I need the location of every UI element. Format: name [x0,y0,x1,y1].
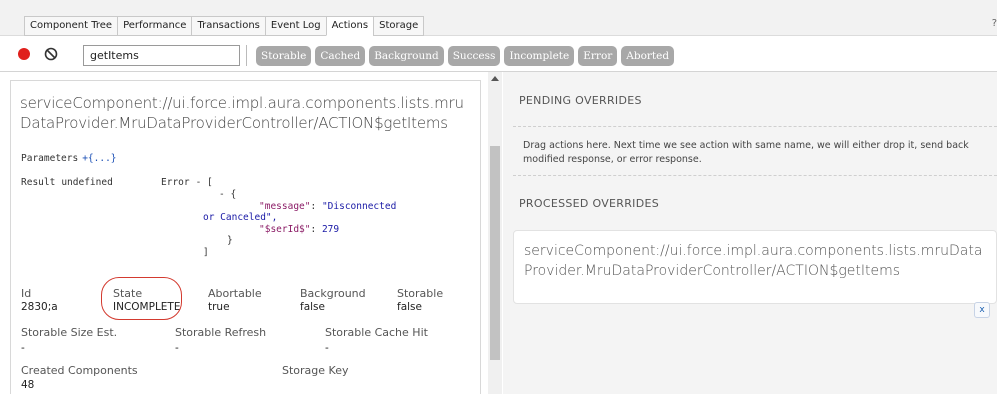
record-icon[interactable] [18,48,30,60]
storable-label: Storable [397,287,444,300]
background-label: Background [300,287,366,300]
storable-refresh-value: - [175,342,179,354]
json-value-serid: 279 [321,223,340,235]
error-row: Error - [ [161,177,213,188]
action-card: serviceComponent://ui.force.impl.aura.co… [10,80,481,394]
filter-aborted-button[interactable]: Aborted [621,46,675,66]
result-row: Result undefined [21,177,113,188]
storable-value: false [397,301,422,313]
parameters-toggle[interactable]: +{...} [82,153,116,164]
storage-key-label: Storage Key [282,364,349,377]
filter-cached-button[interactable]: Cached [315,46,366,66]
clear-icon[interactable] [44,47,58,61]
background-value: false [300,301,325,313]
json-array-close: ] [203,246,209,258]
pending-overrides-drop-zone[interactable]: Drag actions here. Next time we see acti… [513,126,997,176]
filter-storable-button[interactable]: Storable [256,46,312,66]
id-value: 2830;a [21,301,58,313]
storable-size-label: Storable Size Est. [21,326,118,339]
drop-zone-hint: Drag actions here. Next time we see acti… [523,140,969,165]
created-components-value: 48 [21,379,35,391]
result-label: Result [21,177,56,188]
filter-background-button[interactable]: Background [369,46,444,66]
error-label: Error [161,177,190,188]
tab-performance[interactable]: Performance [117,16,192,36]
error-json: - {"message": "Disconnected or Canceled",… [203,189,397,258]
json-key-message: "message" [259,200,311,212]
processed-overrides-header: PROCESSED OVERRIDES [519,197,660,210]
storable-refresh-label: Storable Refresh [175,326,267,339]
tab-component-tree[interactable]: Component Tree [24,16,118,36]
filter-error-button[interactable]: Error [578,46,618,66]
scroll-thumb[interactable] [490,146,500,360]
tab-list: Component Tree Performance Transactions … [24,16,425,36]
json-key-serid: "$serId$" [259,223,311,235]
tab-actions[interactable]: Actions [325,16,374,36]
json-object-open[interactable]: - { [203,189,396,201]
id-label: Id [21,287,32,300]
json-value-message: "Disconnected [321,200,397,212]
help-mark[interactable]: ? [992,18,997,29]
json-object-close: } [227,235,233,246]
result-value: undefined [61,177,113,188]
pending-overrides-header: PENDING OVERRIDES [519,94,642,107]
state-highlight-annotation [101,277,182,320]
storable-cache-hit-label: Storable Cache Hit [325,326,428,339]
created-components-label: Created Components [21,364,138,377]
overrides-panel: PENDING OVERRIDES Drag actions here. Nex… [503,72,997,394]
abortable-value: true [208,301,230,313]
filter-chips: Storable Cached Background Success Incom… [256,46,675,66]
scroll-up-arrow-icon[interactable] [491,76,499,81]
processed-override-title: serviceComponent://ui.force.impl.aura.co… [524,243,983,279]
parameters-label: Parameters [21,153,79,164]
processed-override-item[interactable]: serviceComponent://ui.force.impl.aura.co… [513,230,997,304]
action-title: serviceComponent://ui.force.impl.aura.co… [20,94,464,132]
actions-toolbar: Storable Cached Background Success Incom… [0,36,997,72]
filter-success-button[interactable]: Success [447,46,501,66]
actions-scrollbar[interactable] [488,72,502,394]
tab-transactions[interactable]: Transactions [191,16,265,36]
json-value-message-cont: or Canceled", [203,212,278,223]
tab-storage[interactable]: Storage [373,16,425,36]
remove-override-button[interactable]: x [974,302,990,318]
parameters-row: Parameters +{...} [21,153,117,164]
abortable-label: Abortable [208,287,262,300]
storable-cache-hit-value: - [325,342,329,354]
toolbar-divider [246,45,247,66]
error-toggle[interactable]: - [ [196,177,213,188]
devtools-tab-bar: Component Tree Performance Transactions … [0,0,997,36]
tab-event-log[interactable]: Event Log [264,16,326,36]
filter-incomplete-button[interactable]: Incomplete [504,46,575,66]
storable-size-value: - [21,342,25,354]
action-filter-input[interactable] [83,45,240,66]
